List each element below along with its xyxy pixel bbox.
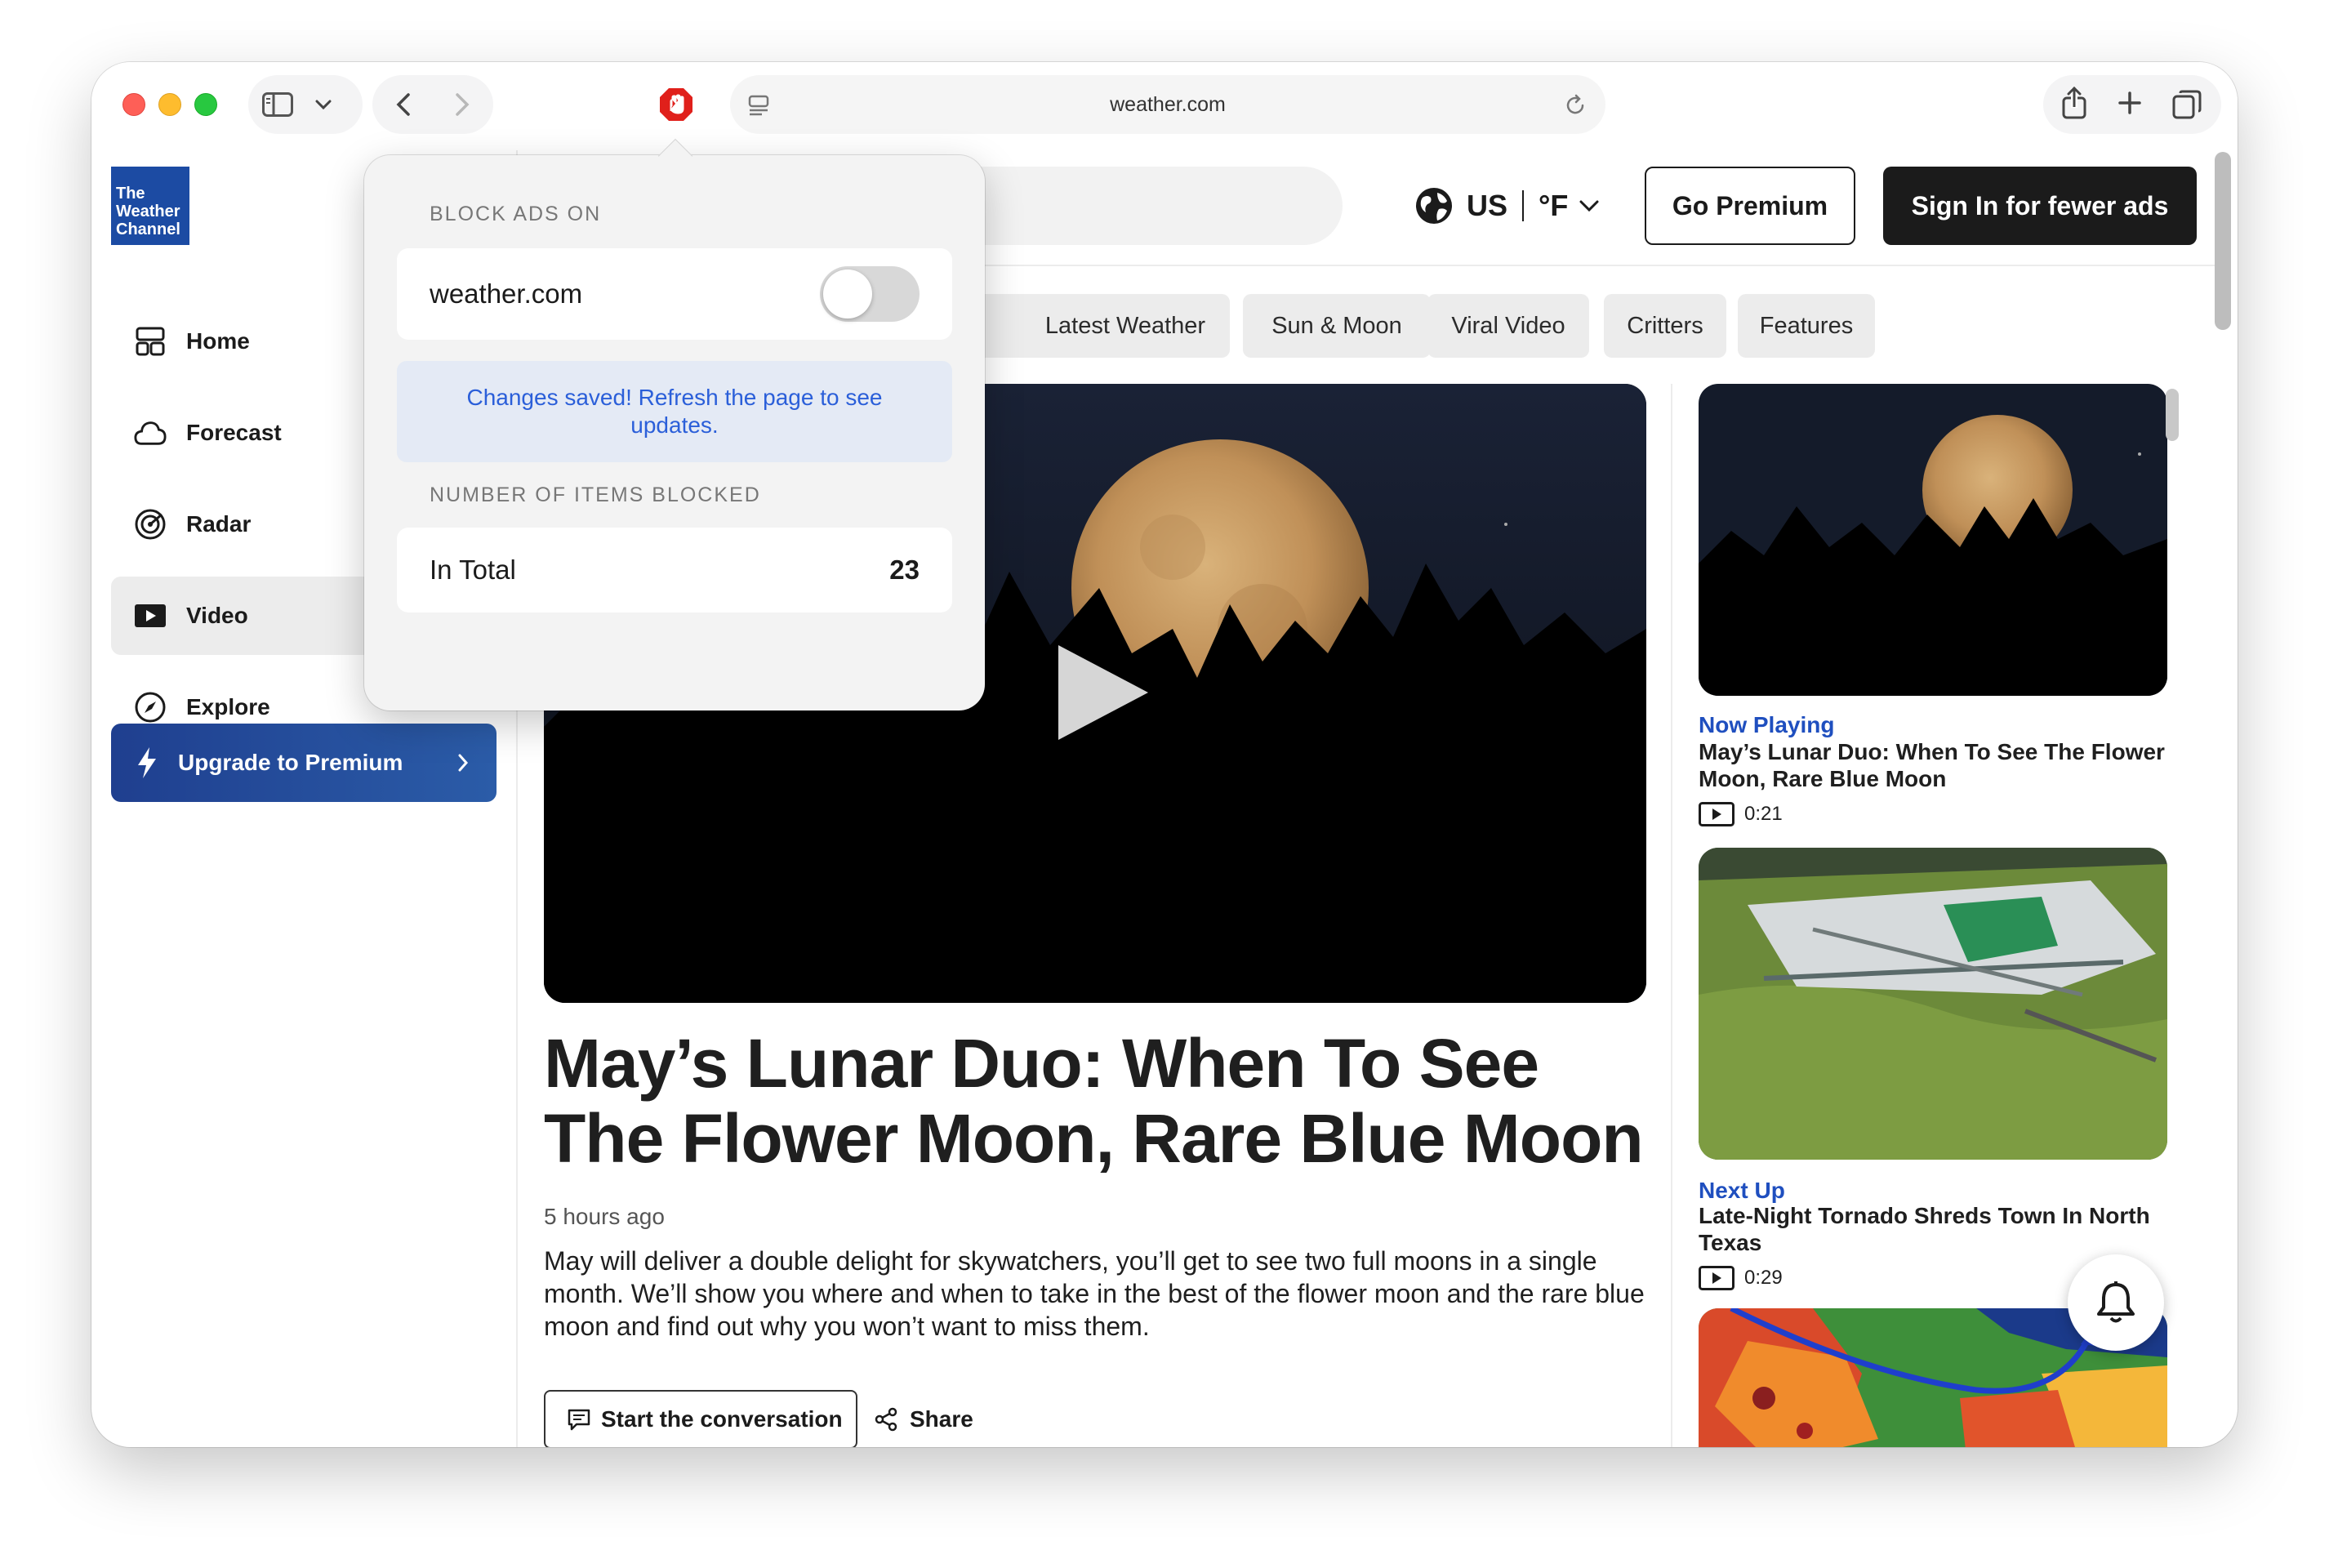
locale-country: US bbox=[1467, 189, 1508, 222]
cloud-icon bbox=[134, 416, 167, 449]
locale-separator bbox=[1522, 190, 1525, 221]
minimize-window-button[interactable] bbox=[158, 93, 181, 116]
browser-toolbar: weather.com bbox=[91, 62, 2238, 150]
article-headline: May’s Lunar Duo: When To See The Flower … bbox=[544, 1025, 1644, 1177]
share-nodes-icon bbox=[874, 1407, 898, 1432]
logo-line: Weather bbox=[116, 203, 180, 220]
adblock-extension-icon[interactable] bbox=[657, 85, 696, 124]
site-name: weather.com bbox=[430, 278, 583, 309]
adblock-popover: BLOCK ADS ON weather.com Changes saved! … bbox=[364, 138, 985, 710]
notifications-button[interactable] bbox=[2068, 1254, 2164, 1351]
nav-item-label: Forecast bbox=[186, 420, 282, 445]
go-premium-button[interactable]: Go Premium bbox=[1645, 167, 1855, 245]
chip-viral-video[interactable]: Viral Video bbox=[1427, 294, 1589, 358]
start-conversation-button[interactable]: Start the conversation bbox=[544, 1390, 857, 1447]
page-scrollbar[interactable] bbox=[2215, 152, 2231, 330]
locale-unit: °F bbox=[1539, 189, 1569, 222]
video-icon bbox=[1699, 1266, 1735, 1290]
nav-item-label: Home bbox=[186, 328, 250, 354]
lightning-icon bbox=[136, 746, 158, 779]
duration-text: 0:29 bbox=[1744, 1267, 1783, 1289]
share-button[interactable]: Share bbox=[874, 1390, 973, 1447]
close-window-button[interactable] bbox=[122, 93, 145, 116]
share-label: Share bbox=[910, 1406, 973, 1432]
article-timestamp: 5 hours ago bbox=[544, 1204, 665, 1229]
total-label: In Total bbox=[430, 555, 516, 585]
upgrade-premium-button[interactable]: Upgrade to Premium bbox=[111, 724, 497, 802]
url-text: weather.com bbox=[1110, 93, 1226, 116]
bell-icon bbox=[2095, 1280, 2137, 1325]
chevron-right-icon bbox=[457, 753, 469, 773]
home-icon bbox=[134, 325, 167, 358]
total-blocked-row: In Total 23 bbox=[397, 528, 952, 612]
chip-latest-weather[interactable]: Latest Weather bbox=[1021, 294, 1230, 358]
section-block-ads: BLOCK ADS ON bbox=[430, 203, 602, 225]
chip-critters[interactable]: Critters bbox=[1604, 294, 1726, 358]
block-ads-toggle[interactable] bbox=[820, 266, 920, 322]
rail-title[interactable]: May’s Lunar Duo: When To See The Flower … bbox=[1699, 738, 2172, 792]
logo-line: Channel bbox=[116, 220, 180, 238]
share-icon[interactable] bbox=[2056, 85, 2092, 121]
rail-kicker-now-playing: Now Playing bbox=[1699, 712, 1835, 737]
locale-selector[interactable]: US °F bbox=[1414, 181, 1599, 230]
article-summary: May will deliver a double delight for sk… bbox=[544, 1246, 1645, 1341]
reload-icon[interactable] bbox=[1561, 91, 1589, 119]
changes-saved-notice: Changes saved! Refresh the page to see u… bbox=[397, 361, 952, 462]
address-bar[interactable]: weather.com bbox=[730, 75, 1605, 134]
moon-thumbnail-image bbox=[1699, 384, 2167, 696]
section-items-blocked: NUMBER OF ITEMS BLOCKED bbox=[430, 483, 761, 506]
tornado-damage-image bbox=[1699, 848, 2167, 1160]
nav-item-label: Video bbox=[186, 603, 248, 628]
rail-divider bbox=[1671, 384, 1672, 1447]
comment-icon bbox=[567, 1408, 591, 1431]
chip-sun-moon[interactable]: Sun & Moon bbox=[1243, 294, 1431, 358]
sidebar-icon[interactable] bbox=[261, 88, 294, 121]
sign-in-button[interactable]: Sign In for fewer ads bbox=[1883, 167, 2197, 245]
nav-item-label: Radar bbox=[186, 511, 252, 537]
logo-line: The bbox=[116, 185, 145, 203]
nav-item-label: Explore bbox=[186, 694, 270, 719]
total-value: 23 bbox=[889, 555, 920, 585]
zoom-window-button[interactable] bbox=[194, 93, 217, 116]
rail-duration: 0:21 bbox=[1699, 802, 1783, 826]
site-toggle-row: weather.com bbox=[397, 248, 952, 340]
conversation-label: Start the conversation bbox=[601, 1406, 843, 1432]
back-icon[interactable] bbox=[387, 88, 420, 121]
rail-title[interactable]: Late-Night Tornado Shreds Town In North … bbox=[1699, 1202, 2172, 1256]
rail-duration: 0:29 bbox=[1699, 1266, 1783, 1290]
weather-channel-logo[interactable]: The Weather Channel bbox=[111, 167, 189, 245]
rail-scrollbar[interactable] bbox=[2166, 389, 2179, 441]
rail-thumbnail-next-up[interactable] bbox=[1699, 848, 2167, 1160]
video-icon bbox=[134, 599, 167, 632]
new-tab-icon[interactable] bbox=[2113, 87, 2146, 119]
radar-icon bbox=[134, 508, 167, 541]
browser-window: weather.com The Weather Channel Home For… bbox=[91, 62, 2238, 1447]
chip-features[interactable]: Features bbox=[1738, 294, 1875, 358]
duration-text: 0:21 bbox=[1744, 803, 1783, 825]
compass-icon bbox=[134, 691, 167, 724]
video-icon bbox=[1699, 802, 1735, 826]
rail-thumbnail-now-playing[interactable] bbox=[1699, 384, 2167, 696]
chevron-down-icon[interactable] bbox=[310, 91, 336, 118]
upgrade-label: Upgrade to Premium bbox=[178, 750, 403, 775]
globe-icon bbox=[1414, 186, 1454, 225]
toggle-knob bbox=[823, 270, 872, 318]
rail-kicker-next-up: Next Up bbox=[1699, 1178, 1785, 1203]
forward-icon[interactable] bbox=[446, 88, 479, 121]
tab-overview-icon[interactable] bbox=[2169, 87, 2205, 122]
chevron-down-icon bbox=[1579, 200, 1599, 212]
